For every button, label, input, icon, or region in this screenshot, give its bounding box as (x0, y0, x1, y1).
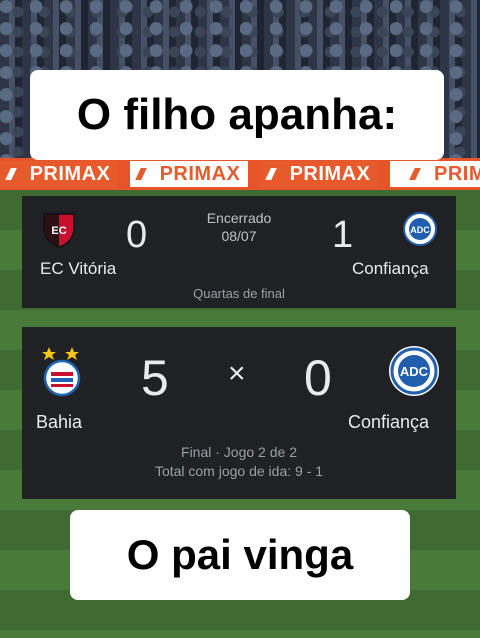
ad-panel: PRIM (390, 161, 480, 187)
confianca-crest-icon: ADC (389, 346, 439, 396)
match-round: Quartas de final (193, 286, 285, 301)
bottom-caption: O pai vinga (70, 510, 410, 600)
home-team-name: EC Vitória (40, 259, 117, 278)
top-caption-text: O filho apanha: (76, 90, 398, 139)
svg-text:ADC: ADC (400, 364, 429, 379)
match-card-final[interactable]: Bahia 5 × 0 ADC Confiança Final · Jogo 2… (22, 327, 456, 499)
bottom-caption-text: O pai vinga (126, 531, 354, 578)
away-team-name: Confiança (352, 259, 429, 278)
match-date: 08/07 (221, 228, 257, 244)
ad-panel: PRIMAX (0, 161, 118, 187)
advertising-board: PRIMAX PRIMAX PRIMAX PRIM (0, 158, 480, 190)
confianca-crest-icon: ADC (403, 212, 437, 246)
vitoria-crest-icon: EC (43, 213, 75, 248)
away-score: 1 (332, 214, 354, 256)
bahia-crest-icon (42, 347, 81, 397)
away-score: 0 (304, 350, 332, 406)
svg-text:EC: EC (51, 225, 66, 237)
score-separator: × (228, 357, 246, 390)
aggregate-score: Total com jogo de ida: 9 - 1 (154, 463, 324, 479)
match-status: Encerrado (206, 210, 272, 226)
ad-panel: PRIMAX (130, 161, 248, 187)
match-stage: Final · Jogo 2 de 2 (181, 444, 297, 460)
home-score: 5 (141, 350, 169, 406)
top-caption: O filho apanha: (30, 70, 444, 160)
home-score: 0 (126, 214, 148, 256)
away-team-name: Confiança (348, 412, 430, 432)
svg-text:ADC: ADC (410, 225, 430, 235)
home-team-name: Bahia (36, 412, 83, 432)
ad-panel: PRIMAX (260, 161, 378, 187)
match-card-quarterfinal[interactable]: EC EC Vitória 0 Encerrado 08/07 1 ADC Co… (22, 196, 456, 308)
